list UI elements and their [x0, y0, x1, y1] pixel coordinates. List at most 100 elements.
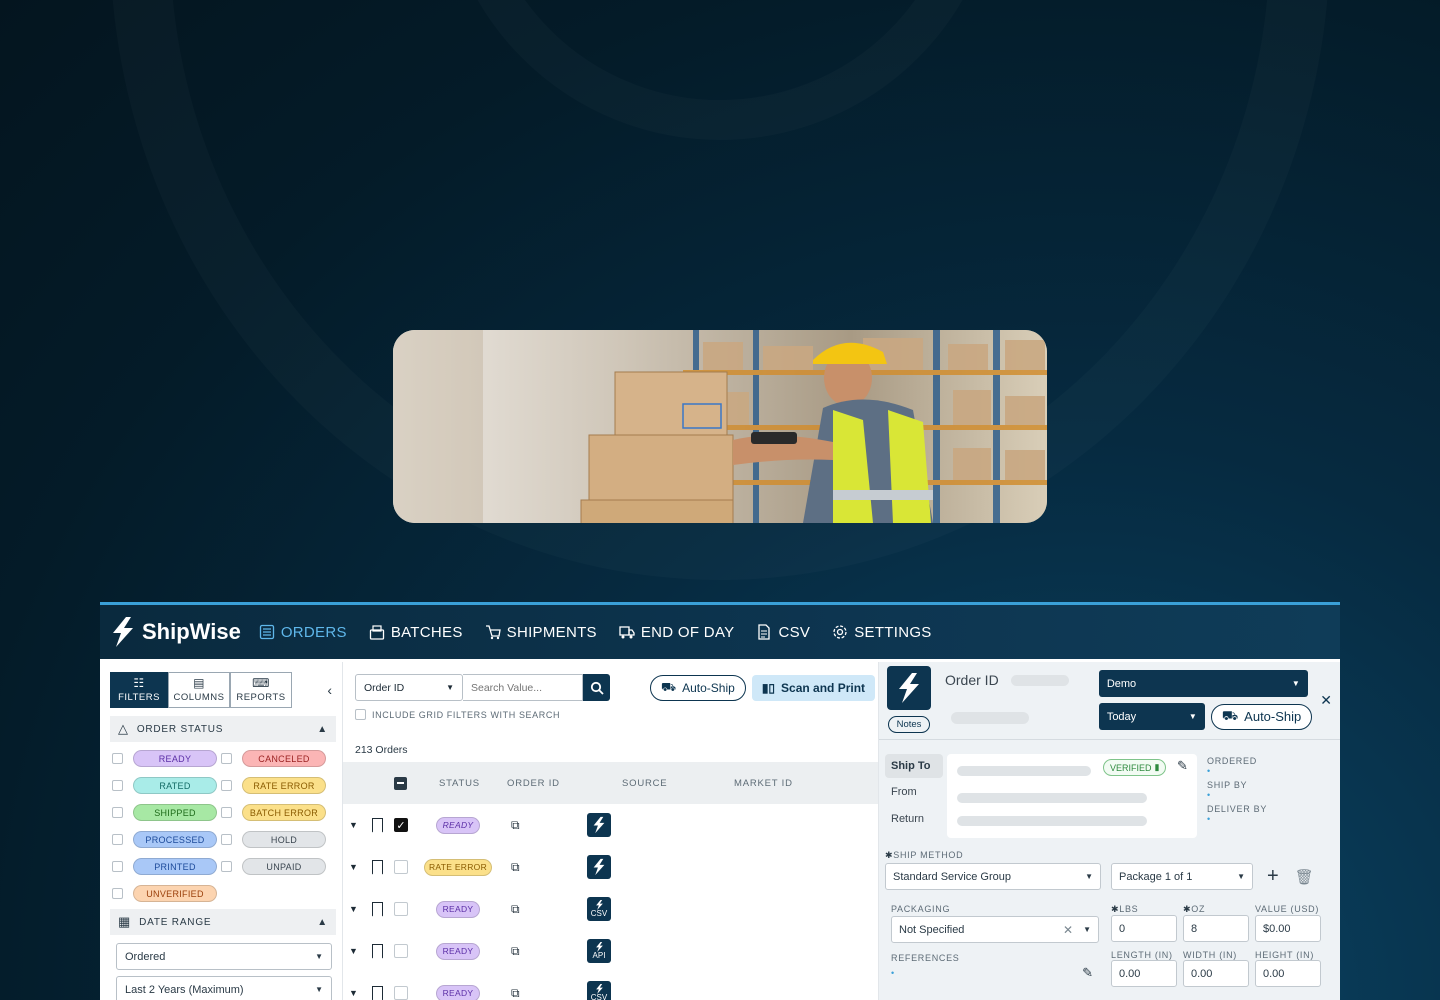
copy-icon[interactable]: ⧉	[511, 986, 520, 1000]
edit-references-icon[interactable]: ✎	[1082, 965, 1093, 981]
status-filter-item[interactable]: READY	[112, 745, 221, 772]
nav-batches[interactable]: BATCHES	[369, 624, 463, 641]
expand-caret-icon[interactable]: ▼	[349, 862, 358, 872]
truck-icon	[619, 626, 635, 639]
nav-csv[interactable]: CSV	[756, 624, 810, 641]
clear-icon[interactable]: ✕	[1063, 923, 1073, 937]
value-input[interactable]: $0.00	[1255, 915, 1321, 942]
status-checkbox[interactable]	[221, 861, 232, 872]
row-checkbox[interactable]	[394, 860, 408, 874]
status-checkbox[interactable]	[112, 861, 123, 872]
status-filter-item[interactable]: RATED	[112, 772, 221, 799]
trash-icon[interactable]: 🗑	[1295, 868, 1314, 886]
search-button[interactable]	[583, 674, 610, 701]
tab-ship-to[interactable]: Ship To	[885, 754, 943, 778]
length-input[interactable]: 0.00	[1111, 960, 1177, 987]
tab-reports[interactable]: ⌨ REPORTS	[230, 672, 292, 708]
order-status-header[interactable]: △ ORDER STATUS ▲	[110, 716, 336, 742]
search-field-select[interactable]: Order ID ▼	[355, 674, 463, 701]
status-filter-item[interactable]: UNVERIFIED	[112, 880, 221, 907]
status-checkbox[interactable]	[112, 888, 123, 899]
status-checkbox[interactable]	[112, 834, 123, 845]
status-checkbox[interactable]	[112, 753, 123, 764]
nav-settings[interactable]: SETTINGS	[832, 624, 931, 641]
bookmark-icon[interactable]	[372, 985, 383, 1000]
col-order-id[interactable]: ORDER ID	[507, 778, 560, 789]
select-all-checkbox[interactable]	[394, 776, 407, 790]
status-filter-item[interactable]: UNPAID	[221, 853, 330, 880]
copy-icon[interactable]: ⧉	[511, 944, 520, 959]
account-select[interactable]: Demo ▼	[1098, 670, 1308, 697]
expand-caret-icon[interactable]: ▼	[349, 820, 358, 830]
table-row[interactable]: ▼ READY ⧉ CSV	[343, 972, 878, 1000]
collapse-sidebar-button[interactable]: ‹	[327, 672, 332, 708]
hero-image	[393, 330, 1047, 523]
row-checkbox[interactable]	[394, 944, 408, 958]
close-details-button[interactable]: ✕	[1320, 692, 1332, 709]
details-auto-ship-button[interactable]: ⛟ Auto-Ship	[1210, 703, 1313, 730]
status-checkbox[interactable]	[112, 807, 123, 818]
tab-columns[interactable]: ▤ COLUMNS	[168, 672, 230, 708]
row-checkbox[interactable]: ✓	[394, 818, 408, 832]
nav-orders[interactable]: ORDERS	[259, 624, 347, 641]
ship-date-select[interactable]: Today ▼	[1098, 703, 1205, 730]
table-row[interactable]: ▼ ✓ READY ⧉	[343, 804, 878, 846]
nav-end-of-day-label: END OF DAY	[640, 623, 735, 641]
copy-icon[interactable]: ⧉	[511, 818, 520, 833]
tab-return[interactable]: Return	[885, 805, 943, 832]
add-package-button[interactable]: +	[1267, 865, 1279, 888]
date-type-select[interactable]: Ordered ▼	[116, 943, 332, 970]
row-checkbox[interactable]	[394, 902, 408, 916]
status-checkbox[interactable]	[221, 780, 232, 791]
status-filter-item[interactable]: BATCH ERROR	[221, 799, 330, 826]
height-input[interactable]: 0.00	[1255, 960, 1321, 987]
brand-logo[interactable]: ShipWise	[110, 617, 241, 647]
bookmark-icon[interactable]	[372, 817, 383, 833]
status-checkbox[interactable]	[221, 834, 232, 845]
col-source[interactable]: SOURCE	[622, 778, 667, 789]
status-checkbox[interactable]	[221, 753, 232, 764]
search-input[interactable]	[463, 674, 583, 701]
date-range-header[interactable]: ▦ DATE RANGE ▲	[110, 909, 336, 935]
status-checkbox[interactable]	[221, 807, 232, 818]
table-row[interactable]: ▼ RATE ERROR ⧉	[343, 846, 878, 888]
table-row[interactable]: ▼ READY ⧉ API	[343, 930, 878, 972]
table-row[interactable]: ▼ READY ⧉ CSV	[343, 888, 878, 930]
status-filter-item[interactable]: PRINTED	[112, 853, 221, 880]
expand-caret-icon[interactable]: ▼	[349, 904, 358, 914]
col-status[interactable]: STATUS	[439, 778, 480, 789]
bookmark-icon[interactable]	[372, 943, 383, 959]
nav-shipments[interactable]: SHIPMENTS	[485, 624, 597, 641]
date-range-select[interactable]: Last 2 Years (Maximum) ▼	[116, 976, 332, 1000]
include-grid-filters[interactable]: INCLUDE GRID FILTERS WITH SEARCH	[343, 701, 878, 720]
expand-caret-icon[interactable]: ▼	[349, 946, 358, 956]
scan-and-print-button[interactable]: ▮▯ Scan and Print	[751, 674, 876, 701]
package-select[interactable]: Package 1 of 1 ▼	[1111, 863, 1253, 890]
include-filters-checkbox[interactable]	[355, 709, 366, 720]
caret-down-icon: ▼	[1083, 925, 1091, 934]
edit-address-icon[interactable]: ✎	[1177, 758, 1188, 774]
ship-method-select[interactable]: Standard Service Group ▼	[885, 863, 1101, 890]
expand-caret-icon[interactable]: ▼	[349, 988, 358, 998]
bookmark-icon[interactable]	[372, 859, 383, 875]
notes-button[interactable]: Notes	[887, 716, 931, 733]
tab-filters[interactable]: ☷ FILTERS	[110, 672, 168, 708]
status-filter-item[interactable]: HOLD	[221, 826, 330, 853]
col-market-id[interactable]: MARKET ID	[734, 778, 793, 789]
nav-end-of-day[interactable]: END OF DAY	[619, 624, 735, 641]
status-filter-item[interactable]: CANCELED	[221, 745, 330, 772]
width-input[interactable]: 0.00	[1183, 960, 1249, 987]
copy-icon[interactable]: ⧉	[511, 860, 520, 875]
tab-from[interactable]: From	[885, 778, 943, 805]
bookmark-icon[interactable]	[372, 901, 383, 917]
row-checkbox[interactable]	[394, 986, 408, 1000]
packaging-select[interactable]: Not Specified ✕ ▼	[891, 916, 1099, 943]
status-filter-item[interactable]: PROCESSED	[112, 826, 221, 853]
status-checkbox[interactable]	[112, 780, 123, 791]
oz-input[interactable]: 8	[1183, 915, 1249, 942]
status-filter-item[interactable]: RATE ERROR	[221, 772, 330, 799]
lbs-input[interactable]: 0	[1111, 915, 1177, 942]
copy-icon[interactable]: ⧉	[511, 902, 520, 917]
auto-ship-button[interactable]: ⛟ Auto-Ship	[650, 674, 746, 701]
status-filter-item[interactable]: SHIPPED	[112, 799, 221, 826]
